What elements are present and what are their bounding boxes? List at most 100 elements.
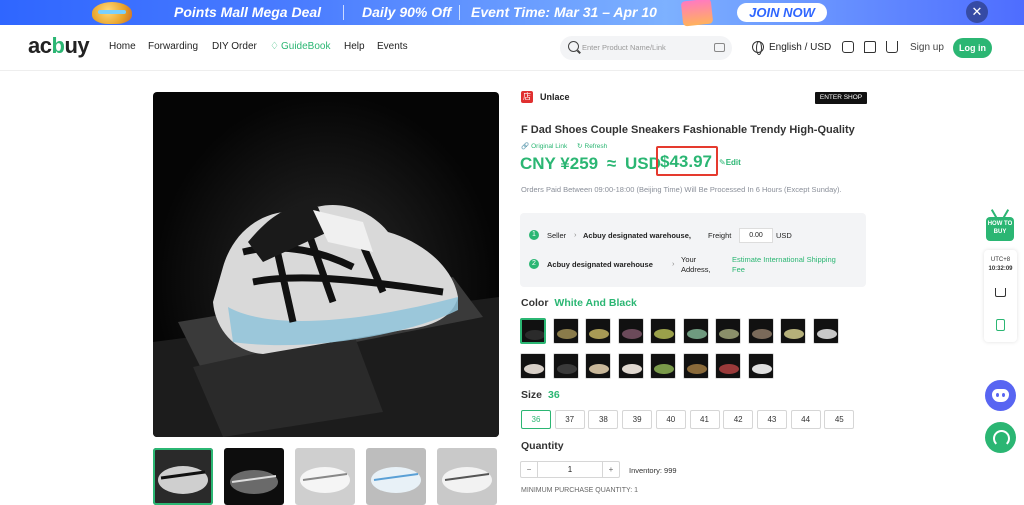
- estimate-shipping-link[interactable]: Estimate International Shipping: [732, 255, 836, 264]
- color-swatch[interactable]: [780, 318, 806, 344]
- nav-home[interactable]: Home: [109, 41, 136, 52]
- shop-logo: 店: [521, 91, 533, 103]
- quantity-decrease-button[interactable]: −: [521, 462, 538, 477]
- size-option[interactable]: 36: [521, 410, 551, 429]
- nav-diy-order[interactable]: DIY Order: [212, 41, 257, 52]
- estimate-shipping-link-2[interactable]: Fee: [732, 265, 745, 274]
- sneaker-image: [153, 204, 499, 437]
- message-icon[interactable]: [864, 41, 876, 53]
- nav-guidebook[interactable]: GuideBook: [281, 41, 330, 52]
- arrow-right-icon: ›: [574, 230, 577, 239]
- gift-phone-icon: [680, 0, 714, 27]
- acbuy-logo[interactable]: acbuy: [28, 33, 90, 59]
- color-swatch[interactable]: [552, 318, 579, 344]
- beijing-clock: UTC+8 10:32:09: [988, 257, 1013, 272]
- color-swatch[interactable]: [650, 318, 676, 344]
- globe-icon[interactable]: [752, 41, 764, 55]
- how-to-buy-widget[interactable]: HOW TO BUY: [985, 209, 1015, 241]
- color-swatch[interactable]: [617, 353, 644, 379]
- product-main-image[interactable]: [153, 92, 499, 437]
- image-search-icon[interactable]: [714, 43, 725, 52]
- color-swatch[interactable]: [585, 353, 611, 379]
- product-thumbnail[interactable]: [295, 448, 355, 505]
- discord-icon[interactable]: [985, 380, 1016, 411]
- customer-support-icon[interactable]: [985, 422, 1016, 453]
- color-swatch[interactable]: [747, 353, 774, 379]
- color-swatch[interactable]: [812, 318, 839, 344]
- search-bar[interactable]: Enter Product Name/Link: [560, 36, 732, 60]
- banner-title: Points Mall Mega Deal: [174, 4, 322, 20]
- size-option[interactable]: 38: [588, 410, 619, 429]
- color-swatch[interactable]: [650, 353, 676, 379]
- easter-egg-icon: [92, 2, 132, 24]
- side-toolbar: UTC+8 10:32:09: [984, 250, 1017, 342]
- language-currency-selector[interactable]: English / USD: [769, 42, 831, 53]
- quantity-label: Quantity: [521, 440, 564, 452]
- search-icon[interactable]: [568, 41, 579, 52]
- refresh-icon: ↻: [577, 143, 583, 150]
- product-title: F Dad Shoes Couple Sneakers Fashionable …: [521, 124, 855, 136]
- side-cart-icon[interactable]: [995, 288, 1006, 297]
- edit-icon: ✎: [719, 158, 726, 167]
- quantity-increase-button[interactable]: +: [602, 462, 619, 477]
- banner-divider: [343, 5, 344, 20]
- approx-sign: ≈: [606, 154, 617, 173]
- cart-icon[interactable]: [886, 41, 898, 53]
- join-now-button[interactable]: JOIN NOW: [737, 3, 827, 22]
- size-option[interactable]: 45: [824, 410, 855, 429]
- color-swatch[interactable]: [520, 318, 546, 344]
- product-thumbnail[interactable]: [224, 448, 284, 505]
- color-swatch[interactable]: [552, 353, 579, 379]
- your-address-line2: Address,: [681, 265, 711, 274]
- mobile-app-icon[interactable]: [996, 319, 1005, 331]
- banner-event-time: Event Time: Mar 31 – Apr 10: [471, 4, 657, 20]
- source-warehouse: Acbuy designated warehouse: [547, 260, 653, 269]
- minimum-quantity: MINIMUM PURCHASE QUANTITY: 1: [521, 487, 639, 494]
- size-option[interactable]: 42: [723, 410, 754, 429]
- color-swatch[interactable]: [715, 318, 741, 344]
- color-swatch[interactable]: [715, 353, 741, 379]
- selected-color: White And Black: [554, 297, 637, 309]
- destination-warehouse: Acbuy designated warehouse,: [583, 231, 691, 240]
- product-thumbnail[interactable]: [153, 448, 213, 505]
- step-1-badge: 1: [529, 230, 539, 240]
- freight-input[interactable]: 0.00: [739, 228, 773, 243]
- shop-name[interactable]: Unlace: [540, 92, 570, 102]
- edit-price-button[interactable]: ✎Edit: [719, 158, 741, 167]
- product-thumbnail[interactable]: [437, 448, 497, 505]
- original-link[interactable]: Original Link: [531, 143, 567, 150]
- color-swatch[interactable]: [520, 353, 546, 379]
- color-swatch[interactable]: [682, 318, 709, 344]
- apps-icon[interactable]: [842, 41, 854, 53]
- nav-events[interactable]: Events: [377, 41, 408, 52]
- size-option[interactable]: 40: [655, 410, 686, 429]
- size-option[interactable]: 41: [689, 410, 720, 429]
- color-swatch[interactable]: [617, 318, 644, 344]
- nav-forwarding[interactable]: Forwarding: [148, 41, 198, 52]
- bell-icon: ♢: [270, 41, 279, 52]
- quantity-input[interactable]: 1: [538, 462, 602, 477]
- price-cny: CNY ¥259: [520, 154, 599, 173]
- product-thumbnail[interactable]: [366, 448, 426, 505]
- promo-banner[interactable]: Points Mall Mega Deal Daily 90% Off Even…: [0, 0, 1024, 27]
- how-to-buy-icon: HOW TO BUY: [986, 217, 1014, 241]
- size-option[interactable]: 39: [622, 410, 653, 429]
- price-usd: $43.97: [660, 152, 712, 171]
- quantity-stepper[interactable]: − 1 +: [520, 461, 620, 478]
- shipping-route-box: 1 Seller › Acbuy designated warehouse, F…: [520, 213, 866, 287]
- processing-notice: Orders Paid Between 09:00-18:00 (Beijing…: [521, 185, 842, 194]
- size-option[interactable]: 44: [790, 410, 821, 429]
- size-option[interactable]: 37: [554, 410, 585, 429]
- color-swatch[interactable]: [682, 353, 709, 379]
- close-banner-icon[interactable]: ✕: [966, 1, 988, 23]
- color-swatch[interactable]: [747, 318, 774, 344]
- color-label-row: Color White And Black: [521, 297, 637, 309]
- size-option[interactable]: 43: [756, 410, 787, 429]
- login-button[interactable]: Log in: [953, 38, 992, 58]
- signup-link[interactable]: Sign up: [910, 42, 944, 53]
- color-swatch[interactable]: [585, 318, 611, 344]
- nav-help[interactable]: Help: [344, 41, 365, 52]
- search-input[interactable]: Enter Product Name/Link: [582, 43, 666, 52]
- refresh-link[interactable]: Refresh: [585, 143, 608, 150]
- enter-shop-button[interactable]: ENTER SHOP: [815, 92, 867, 104]
